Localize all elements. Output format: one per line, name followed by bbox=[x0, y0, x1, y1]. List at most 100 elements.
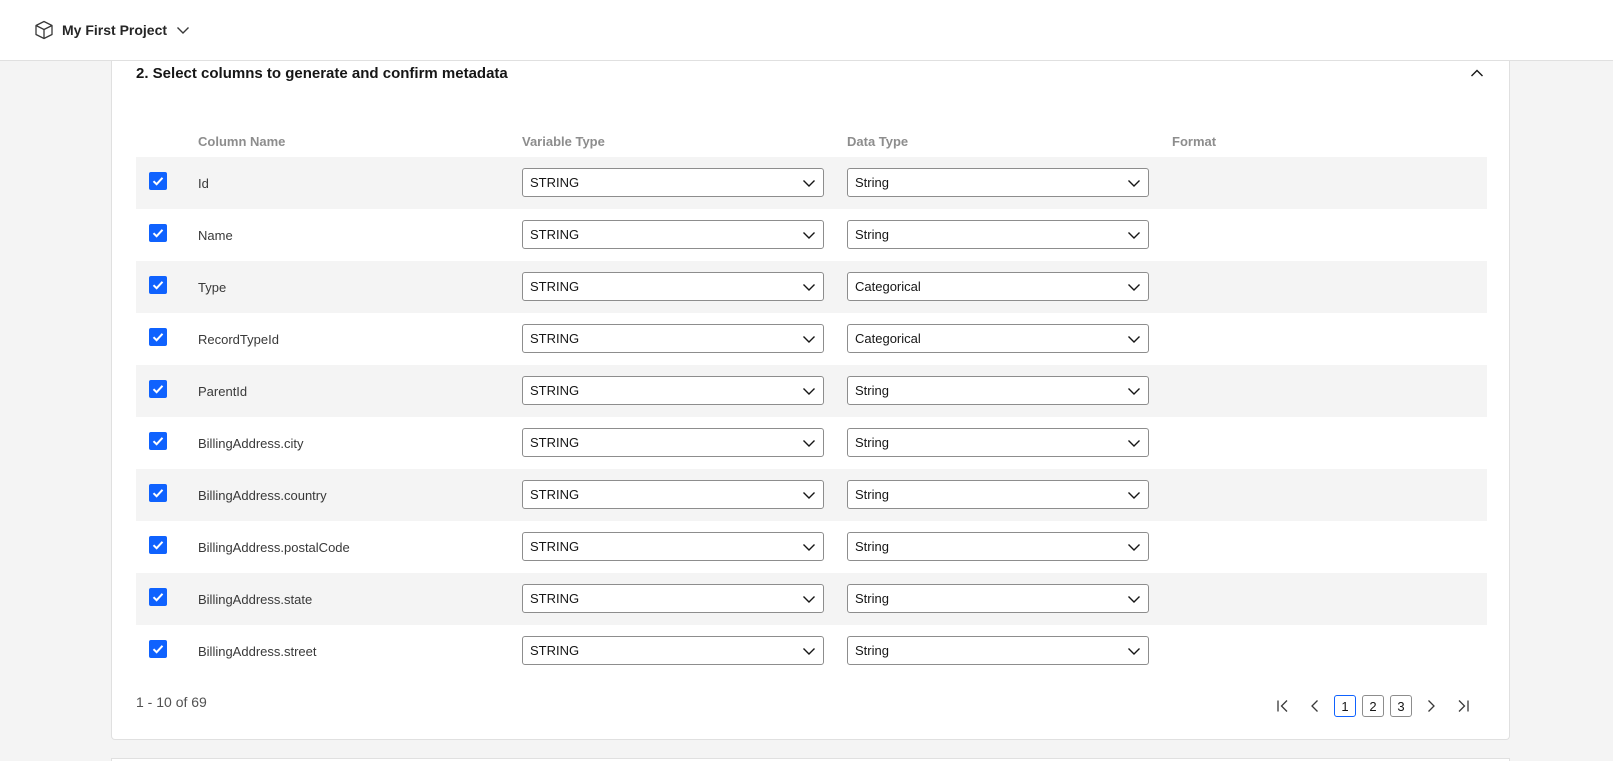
page-2-button[interactable]: 2 bbox=[1362, 695, 1384, 717]
data-type-select[interactable]: String bbox=[847, 376, 1149, 405]
first-page-button[interactable] bbox=[1267, 695, 1299, 717]
row-checkbox[interactable] bbox=[149, 536, 167, 554]
data-type-select[interactable]: String bbox=[847, 168, 1149, 197]
data-type-value: String bbox=[855, 643, 889, 658]
column-name: BillingAddress.street bbox=[198, 643, 317, 659]
chevron-left-icon bbox=[1311, 700, 1318, 712]
variable-type-value: STRING bbox=[530, 175, 580, 190]
column-name: BillingAddress.state bbox=[198, 591, 313, 607]
data-type-select[interactable]: String bbox=[847, 636, 1149, 665]
data-type-select[interactable]: String bbox=[847, 532, 1149, 561]
data-type-select[interactable]: Categorical bbox=[847, 272, 1149, 301]
header-variable-type: Variable Type bbox=[522, 133, 605, 149]
row-checkbox[interactable] bbox=[149, 640, 167, 658]
data-type-select[interactable]: String bbox=[847, 428, 1149, 457]
variable-type-value: STRING bbox=[530, 279, 580, 294]
chevron-down-icon[interactable] bbox=[175, 22, 191, 38]
data-type-select[interactable]: String bbox=[847, 480, 1149, 509]
page-1-button[interactable]: 1 bbox=[1334, 695, 1356, 717]
variable-type-select[interactable]: STRING bbox=[522, 636, 824, 665]
row-checkbox[interactable] bbox=[149, 328, 167, 346]
chevron-down-icon bbox=[795, 227, 823, 243]
header-format: Format bbox=[1172, 133, 1217, 149]
variable-type-select[interactable]: STRING bbox=[522, 220, 824, 249]
variable-type-select[interactable]: STRING bbox=[522, 376, 824, 405]
cube-icon bbox=[34, 20, 54, 40]
column-name: ParentId bbox=[198, 383, 248, 399]
checkmark-icon bbox=[151, 174, 165, 188]
data-type-value: String bbox=[855, 227, 889, 242]
first-page-icon bbox=[1277, 700, 1288, 712]
column-name: Name bbox=[198, 227, 233, 243]
table-row: Id STRING String bbox=[136, 157, 1487, 209]
table-row: Type STRING Categorical bbox=[136, 261, 1487, 313]
chevron-down-icon bbox=[1120, 435, 1148, 451]
checkmark-icon bbox=[151, 590, 165, 604]
table-body: Id STRING String Name STRING String Type STRING… bbox=[136, 157, 1487, 677]
collapse-button[interactable] bbox=[1467, 67, 1487, 83]
chevron-down-icon bbox=[1120, 539, 1148, 555]
chevron-down-icon bbox=[795, 279, 823, 295]
data-type-select[interactable]: Categorical bbox=[847, 324, 1149, 353]
data-type-value: String bbox=[855, 435, 889, 450]
variable-type-value: STRING bbox=[530, 487, 580, 502]
variable-type-value: STRING bbox=[530, 643, 580, 658]
variable-type-select[interactable]: STRING bbox=[522, 168, 824, 197]
variable-type-value: STRING bbox=[530, 539, 580, 554]
row-checkbox[interactable] bbox=[149, 224, 167, 242]
chevron-down-icon bbox=[1120, 591, 1148, 607]
column-name: BillingAddress.country bbox=[198, 487, 327, 503]
column-name: Id bbox=[198, 175, 209, 191]
data-type-value: String bbox=[855, 591, 889, 606]
variable-type-select[interactable]: STRING bbox=[522, 480, 824, 509]
variable-type-value: STRING bbox=[530, 331, 580, 346]
last-page-button[interactable] bbox=[1447, 695, 1479, 717]
header-data-type: Data Type bbox=[847, 133, 909, 149]
checkmark-icon bbox=[151, 226, 165, 240]
page-3-button[interactable]: 3 bbox=[1390, 695, 1412, 717]
row-checkbox[interactable] bbox=[149, 432, 167, 450]
row-checkbox[interactable] bbox=[149, 380, 167, 398]
checkmark-icon bbox=[151, 278, 165, 292]
chevron-down-icon bbox=[1120, 227, 1148, 243]
variable-type-select[interactable]: STRING bbox=[522, 532, 824, 561]
table-header: Column Name Variable Type Data Type Form… bbox=[136, 125, 1487, 157]
variable-type-select[interactable]: STRING bbox=[522, 428, 824, 457]
pagination-range: 1 - 10 of 69 bbox=[136, 694, 207, 710]
row-checkbox[interactable] bbox=[149, 588, 167, 606]
next-page-button[interactable] bbox=[1415, 695, 1447, 717]
data-type-select[interactable]: String bbox=[847, 584, 1149, 613]
variable-type-value: STRING bbox=[530, 591, 580, 606]
variable-type-select[interactable]: STRING bbox=[522, 324, 824, 353]
variable-type-value: STRING bbox=[530, 227, 580, 242]
checkmark-icon bbox=[151, 382, 165, 396]
columns-table: Column Name Variable Type Data Type Form… bbox=[136, 125, 1487, 677]
prev-page-button[interactable] bbox=[1299, 695, 1331, 717]
chevron-down-icon bbox=[1120, 643, 1148, 659]
chevron-down-icon bbox=[1120, 383, 1148, 399]
last-page-icon bbox=[1458, 700, 1469, 712]
row-checkbox[interactable] bbox=[149, 172, 167, 190]
row-checkbox[interactable] bbox=[149, 276, 167, 294]
project-name: My First Project bbox=[62, 22, 168, 38]
chevron-down-icon bbox=[795, 175, 823, 191]
data-type-value: String bbox=[855, 175, 889, 190]
page-numbers: 123 bbox=[1331, 695, 1415, 717]
row-checkbox[interactable] bbox=[149, 484, 167, 502]
table-row: BillingAddress.state STRING String bbox=[136, 573, 1487, 625]
table-row: BillingAddress.street STRING String bbox=[136, 625, 1487, 677]
top-bar: My First Project bbox=[0, 0, 1613, 61]
data-type-value: Categorical bbox=[855, 279, 921, 294]
data-type-value: String bbox=[855, 539, 889, 554]
checkmark-icon bbox=[151, 330, 165, 344]
column-name: Type bbox=[198, 279, 227, 295]
variable-type-select[interactable]: STRING bbox=[522, 272, 824, 301]
variable-type-select[interactable]: STRING bbox=[522, 584, 824, 613]
chevron-down-icon bbox=[795, 331, 823, 347]
chevron-down-icon bbox=[1120, 331, 1148, 347]
project-switcher[interactable]: My First Project bbox=[34, 20, 191, 40]
data-type-select[interactable]: String bbox=[847, 220, 1149, 249]
chevron-down-icon bbox=[795, 435, 823, 451]
chevron-down-icon bbox=[1120, 279, 1148, 295]
table-row: BillingAddress.country STRING String bbox=[136, 469, 1487, 521]
